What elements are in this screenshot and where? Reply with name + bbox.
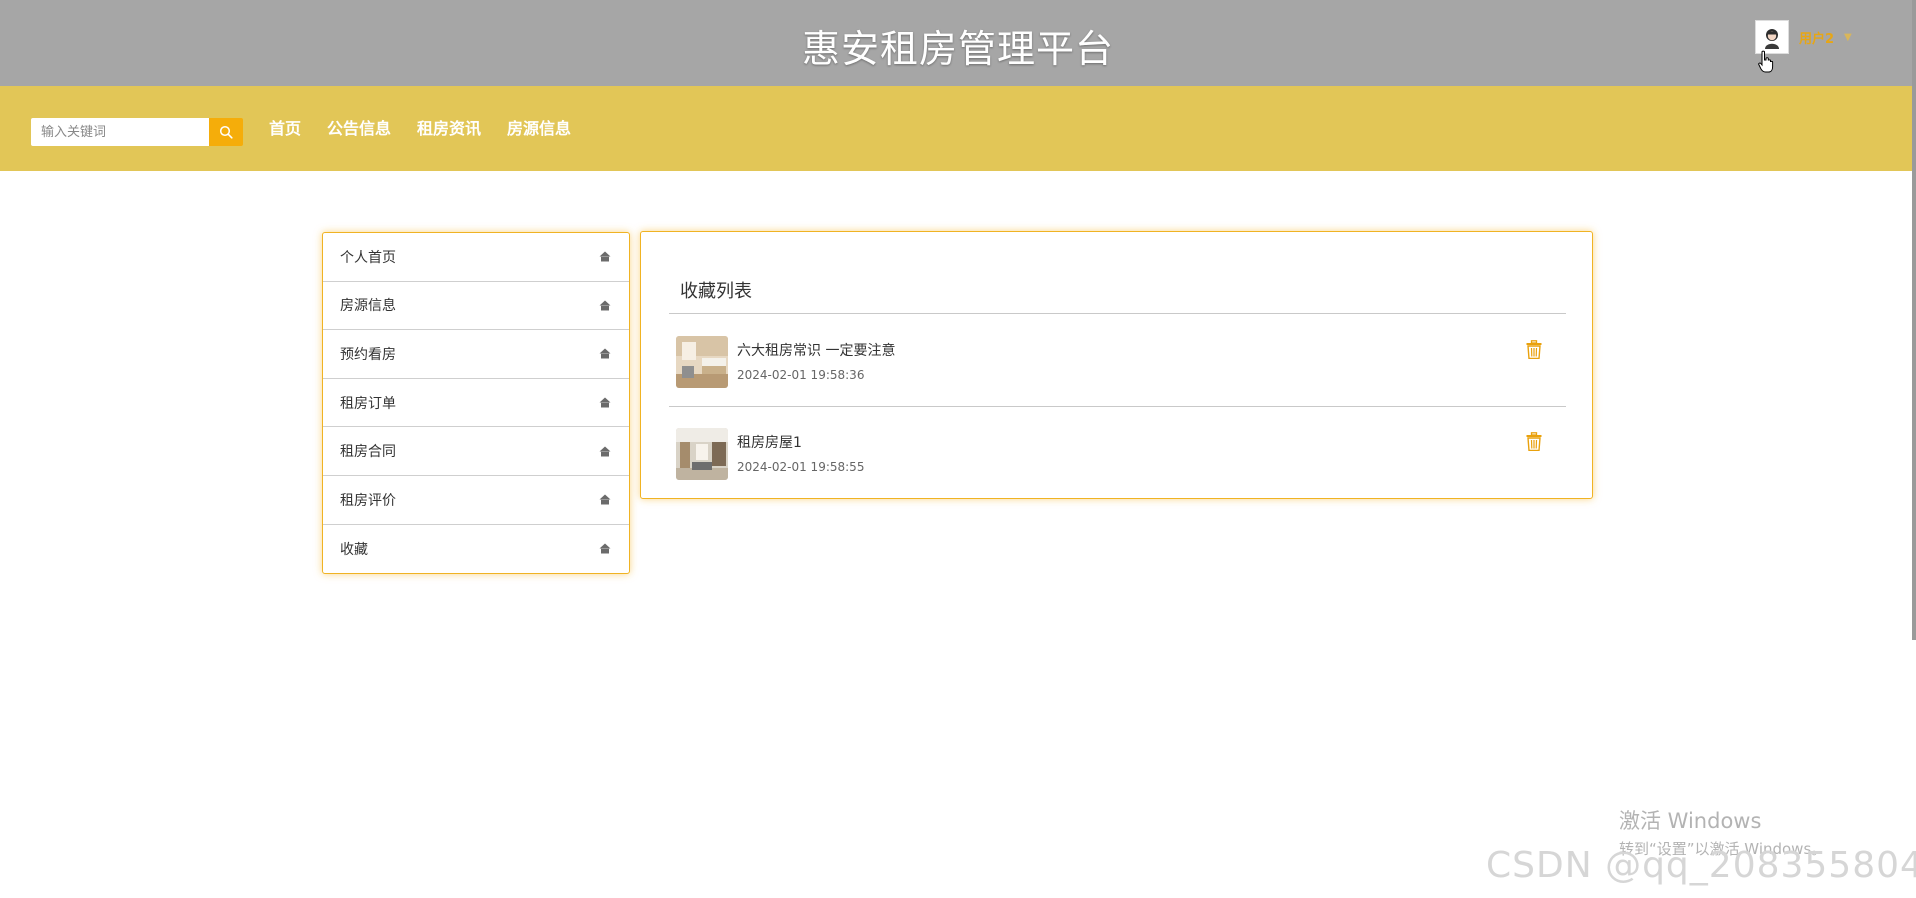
csdn-watermark: CSDN @qq_2083558048: [1486, 845, 1916, 886]
home-icon: [599, 397, 611, 408]
sidebar-item-label: 租房订单: [340, 395, 396, 412]
thumbnail-image[interactable]: [676, 336, 728, 388]
sidebar-item-label: 预约看房: [340, 346, 396, 363]
panel-title: 收藏列表: [680, 281, 752, 302]
sidebar-item-favorites[interactable]: 收藏: [323, 525, 629, 574]
sidebar-item-rental-orders[interactable]: 租房订单: [323, 379, 629, 428]
watermark-title: 激活 Windows: [1619, 809, 1762, 833]
scrollbar[interactable]: [1912, 0, 1916, 640]
nav-link-announcements[interactable]: 公告信息: [327, 116, 391, 142]
main-nav: 首页 公告信息 租房资讯 房源信息: [269, 116, 597, 142]
sidebar-item-label: 个人首页: [340, 249, 396, 266]
nav-link-listings[interactable]: 房源信息: [507, 116, 571, 142]
sidebar-item-listings[interactable]: 房源信息: [323, 282, 629, 331]
username[interactable]: 用户2: [1799, 28, 1834, 47]
sidebar-item-label: 房源信息: [340, 298, 396, 315]
user-menu[interactable]: 用户2 ▼: [1755, 20, 1852, 54]
nav-bar: 首页 公告信息 租房资讯 房源信息: [0, 86, 1916, 171]
sidebar-item-rental-reviews[interactable]: 租房评价: [323, 476, 629, 525]
list-item[interactable]: 六大租房常识 一定要注意 2024-02-01 19:58:36: [676, 336, 1566, 396]
search-box: [31, 118, 243, 146]
home-icon: [599, 251, 611, 262]
sidebar-item-profile-home[interactable]: 个人首页: [323, 233, 629, 282]
sidebar-item-label: 收藏: [340, 541, 368, 558]
sidebar-menu: 个人首页 房源信息 预约看房 租房订单 租房合同 租房评价 收藏: [322, 232, 630, 575]
search-button[interactable]: [209, 118, 243, 146]
divider: [669, 313, 1566, 314]
nav-link-home[interactable]: 首页: [269, 116, 301, 142]
home-icon: [599, 494, 611, 505]
sidebar-item-label: 租房合同: [340, 444, 396, 461]
divider: [669, 406, 1566, 407]
search-input[interactable]: [31, 118, 209, 146]
favorite-title[interactable]: 租房房屋1: [737, 432, 802, 452]
thumbnail-image[interactable]: [676, 428, 728, 480]
avatar[interactable]: [1755, 20, 1789, 54]
avatar-icon: [1765, 29, 1779, 49]
sidebar-item-viewing-appointments[interactable]: 预约看房: [323, 330, 629, 379]
site-title: 惠安租房管理平台: [801, 27, 1114, 71]
trash-icon[interactable]: [1526, 340, 1542, 359]
favorite-time: 2024-02-01 19:58:36: [737, 368, 865, 382]
trash-icon[interactable]: [1526, 432, 1542, 451]
hand-cursor-icon: [1758, 50, 1774, 73]
home-icon: [599, 300, 611, 311]
chevron-down-icon[interactable]: ▼: [1844, 32, 1852, 43]
search-icon: [219, 125, 233, 139]
sidebar-item-rental-contracts[interactable]: 租房合同: [323, 427, 629, 476]
favorite-time: 2024-02-01 19:58:55: [737, 460, 865, 474]
home-icon: [599, 348, 611, 359]
list-item[interactable]: 租房房屋1 2024-02-01 19:58:55: [676, 428, 1566, 488]
favorites-panel: 收藏列表 六大租房常识 一定要注意 2024-02-01 19:58:36 租房…: [640, 231, 1593, 499]
home-icon: [599, 446, 611, 457]
favorite-title[interactable]: 六大租房常识 一定要注意: [737, 340, 895, 360]
nav-link-rental-news[interactable]: 租房资讯: [417, 116, 481, 142]
top-header: 惠安租房管理平台 用户2 ▼: [0, 0, 1916, 86]
sidebar-item-label: 租房评价: [340, 492, 396, 509]
home-icon: [599, 543, 611, 554]
